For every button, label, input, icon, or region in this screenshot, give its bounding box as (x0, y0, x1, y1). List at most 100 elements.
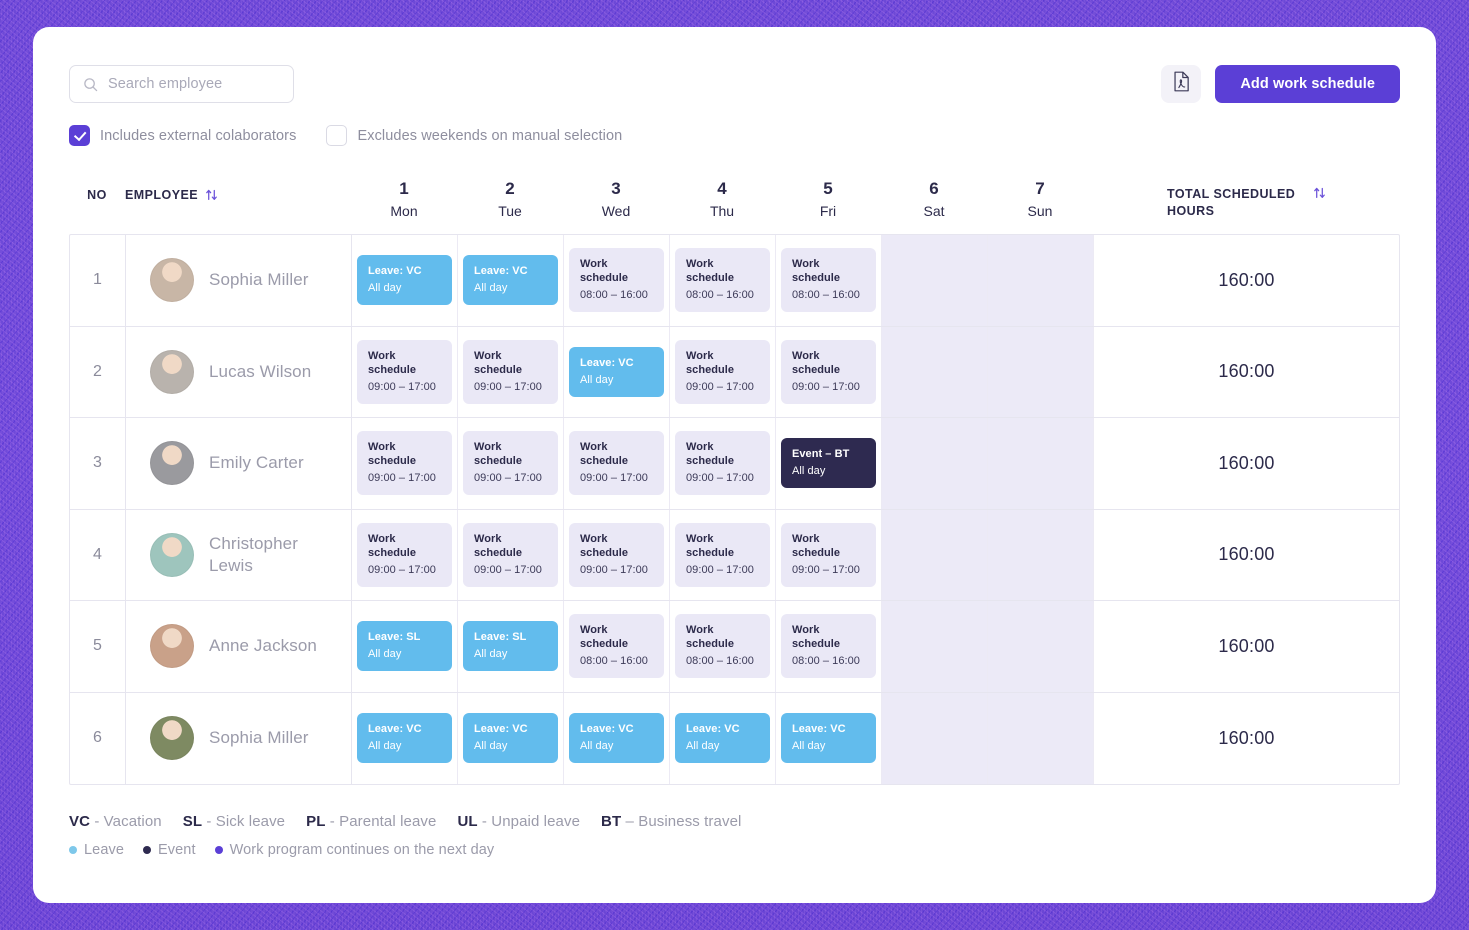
work-chip[interactable]: Work schedule 09:00 – 17:00 (569, 431, 664, 496)
schedule-cell[interactable] (988, 235, 1094, 326)
work-chip[interactable]: Work schedule 09:00 – 17:00 (569, 522, 664, 587)
leave-chip[interactable]: Leave: VC All day (569, 346, 664, 397)
schedule-cell[interactable]: Work schedule 09:00 – 17:00 (458, 418, 564, 509)
schedule-cell[interactable] (882, 326, 988, 417)
schedule-cell[interactable] (988, 601, 1094, 692)
search-input[interactable]: Search employee (69, 65, 294, 103)
table-row[interactable]: 2 Lucas Wilson Work schedule 09:00 – 17:00 W… (70, 326, 1399, 418)
legend-abbr-text: - Parental leave (325, 813, 437, 830)
add-work-schedule-button[interactable]: Add work schedule (1215, 65, 1400, 103)
schedule-cell[interactable] (988, 509, 1094, 600)
schedule-cell[interactable]: Work schedule 09:00 – 17:00 (776, 509, 882, 600)
work-chip[interactable]: Work schedule 09:00 – 17:00 (357, 522, 452, 587)
employee-cell[interactable]: Sophia Miller (126, 235, 352, 326)
schedule-cell[interactable]: Leave: VC All day (564, 692, 670, 784)
employee-cell[interactable]: Anne Jackson (126, 601, 352, 692)
work-chip[interactable]: Work schedule 09:00 – 17:00 (781, 339, 876, 404)
legend: VC - Vacation SL - Sick leave PL - Parenta… (69, 813, 1400, 858)
schedule-cell[interactable]: Work schedule 08:00 – 16:00 (564, 601, 670, 692)
work-chip[interactable]: Work schedule 09:00 – 17:00 (675, 431, 770, 496)
sort-updown-icon-total[interactable] (1313, 186, 1326, 200)
work-chip[interactable]: Work schedule 09:00 – 17:00 (463, 339, 558, 404)
schedule-cell[interactable] (988, 326, 1094, 417)
schedule-cell[interactable] (988, 692, 1094, 784)
schedule-cell[interactable]: Leave: VC All day (776, 692, 882, 784)
employee-cell[interactable]: Christopher Lewis (126, 509, 352, 600)
work-chip[interactable]: Work schedule 09:00 – 17:00 (463, 431, 558, 496)
schedule-cell[interactable]: Work schedule 09:00 – 17:00 (670, 418, 776, 509)
work-chip[interactable]: Work schedule 08:00 – 16:00 (675, 248, 770, 313)
leave-chip[interactable]: Leave: VC All day (357, 255, 452, 306)
schedule-cell[interactable]: Leave: VC All day (352, 692, 458, 784)
schedule-cell[interactable]: Leave: VC All day (670, 692, 776, 784)
leave-chip[interactable]: Leave: SL All day (463, 621, 558, 672)
event-chip[interactable]: Event – BT All day (781, 438, 876, 489)
leave-chip[interactable]: Leave: VC All day (675, 713, 770, 764)
leave-chip[interactable]: Leave: VC All day (463, 255, 558, 306)
schedule-cell[interactable]: Work schedule 08:00 – 16:00 (776, 601, 882, 692)
schedule-cell[interactable] (882, 418, 988, 509)
schedule-cell[interactable]: Work schedule 09:00 – 17:00 (670, 509, 776, 600)
export-pdf-button[interactable] (1161, 65, 1202, 103)
schedule-cell[interactable] (882, 692, 988, 784)
employee-cell[interactable]: Lucas Wilson (126, 326, 352, 417)
schedule-cell[interactable]: Leave: VC All day (458, 235, 564, 326)
leave-chip[interactable]: Leave: VC All day (357, 713, 452, 764)
schedule-cell[interactable]: Leave: SL All day (352, 601, 458, 692)
schedule-cell[interactable]: Work schedule 09:00 – 17:00 (352, 326, 458, 417)
schedule-cell[interactable] (988, 418, 1094, 509)
legend-abbr-text: - Sick leave (202, 813, 286, 830)
header-total-hours[interactable]: TOTAL SCHEDULED HOURS (1093, 178, 1400, 220)
leave-chip[interactable]: Leave: VC All day (463, 713, 558, 764)
employee-cell[interactable]: Emily Carter (126, 418, 352, 509)
employee-cell[interactable]: Sophia Miller (126, 692, 352, 784)
schedule-cell[interactable]: Work schedule 09:00 – 17:00 (352, 418, 458, 509)
schedule-cell[interactable]: Work schedule 08:00 – 16:00 (670, 601, 776, 692)
schedule-cell[interactable]: Work schedule 08:00 – 16:00 (776, 235, 882, 326)
work-chip[interactable]: Work schedule 09:00 – 17:00 (675, 522, 770, 587)
schedule-cell[interactable]: Work schedule 09:00 – 17:00 (564, 418, 670, 509)
schedule-cell[interactable] (882, 235, 988, 326)
schedule-cell[interactable]: Work schedule 08:00 – 16:00 (564, 235, 670, 326)
schedule-cell[interactable]: Leave: VC All day (352, 235, 458, 326)
leave-chip[interactable]: Leave: VC All day (569, 713, 664, 764)
header-employee[interactable]: EMPLOYEE (125, 178, 351, 202)
leave-chip[interactable]: Leave: SL All day (357, 621, 452, 672)
schedule-cell[interactable]: Event – BT All day (776, 418, 882, 509)
schedule-cell[interactable]: Work schedule 09:00 – 17:00 (776, 326, 882, 417)
schedule-cell[interactable]: Work schedule 08:00 – 16:00 (670, 235, 776, 326)
avatar (150, 441, 194, 486)
include-external-checkbox[interactable] (69, 125, 90, 146)
schedule-cell[interactable]: Work schedule 09:00 – 17:00 (458, 509, 564, 600)
schedule-cell[interactable] (882, 601, 988, 692)
work-chip[interactable]: Work schedule 09:00 – 17:00 (675, 339, 770, 404)
work-chip[interactable]: Work schedule 08:00 – 16:00 (781, 614, 876, 679)
schedule-cell[interactable]: Work schedule 09:00 – 17:00 (670, 326, 776, 417)
work-chip[interactable]: Work schedule 09:00 – 17:00 (463, 522, 558, 587)
legend-abbr-code: VC (69, 813, 91, 830)
work-chip[interactable]: Work schedule 09:00 – 17:00 (357, 339, 452, 404)
schedule-cell[interactable]: Work schedule 09:00 – 17:00 (564, 509, 670, 600)
table-row[interactable]: 5 Anne Jackson Leave: SL All day Leave: SL Al… (70, 601, 1399, 693)
work-chip[interactable]: Work schedule 08:00 – 16:00 (675, 614, 770, 679)
schedule-cell[interactable]: Leave: VC All day (458, 692, 564, 784)
schedule-cell[interactable]: Work schedule 09:00 – 17:00 (352, 509, 458, 600)
work-chip[interactable]: Work schedule 09:00 – 17:00 (357, 431, 452, 496)
work-chip[interactable]: Work schedule 08:00 – 16:00 (781, 248, 876, 313)
sort-updown-icon[interactable] (205, 188, 218, 202)
table-row[interactable]: 3 Emily Carter Work schedule 09:00 – 17:00 W… (70, 418, 1399, 510)
schedule-cell[interactable]: Leave: SL All day (458, 601, 564, 692)
schedule-cell[interactable]: Leave: VC All day (564, 326, 670, 417)
table-row[interactable]: 1 Sophia Miller Leave: VC All day Leave: VC A… (70, 235, 1399, 327)
leave-chip[interactable]: Leave: VC All day (781, 713, 876, 764)
exclude-weekends-checkbox[interactable] (326, 125, 348, 146)
schedule-cell[interactable] (882, 509, 988, 600)
work-chip[interactable]: Work schedule 09:00 – 17:00 (781, 522, 876, 587)
legend-abbr-text: – Business travel (621, 813, 742, 830)
schedule-cell[interactable]: Work schedule 09:00 – 17:00 (458, 326, 564, 417)
work-chip[interactable]: Work schedule 08:00 – 16:00 (569, 248, 664, 313)
table-row[interactable]: 4 Christopher Lewis Work schedule 09:00 – 1… (70, 509, 1399, 601)
chip-title: Leave: SL (368, 631, 421, 644)
table-row[interactable]: 6 Sophia Miller Leave: VC All day Leave: VC A… (70, 692, 1399, 784)
work-chip[interactable]: Work schedule 08:00 – 16:00 (569, 614, 664, 679)
